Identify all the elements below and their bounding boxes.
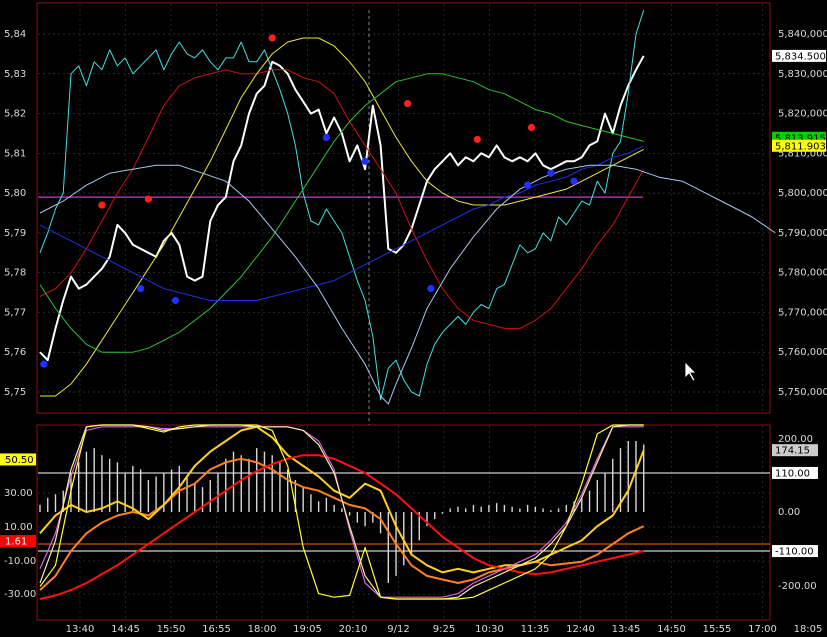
- price-panel-frame: [36, 2, 771, 414]
- trading-chart: 5,84 5,83 5,82 5,81 5,80 5,79 5,78 5,77 5,76 5,75…: [0, 2, 827, 635]
- time-axis-label: 18:00: [248, 624, 277, 635]
- price-marker: [268, 34, 276, 42]
- time-axis-label: 17:00: [748, 624, 777, 635]
- price-marker: [137, 284, 145, 293]
- time-axis-label: 15:50: [157, 624, 186, 635]
- price-marker: [40, 360, 48, 368]
- price-left-tick: 5,77: [4, 307, 26, 318]
- price-left-tick: 5,82: [4, 109, 26, 120]
- time-axis-label: 18:05: [794, 624, 823, 635]
- time-axis-label: 13:40: [66, 624, 95, 635]
- oscillator-right-tag-label: -110.00: [775, 547, 814, 558]
- oscillator-left-tick: -10.00: [4, 556, 36, 567]
- price-tag-label: 5,834.500: [775, 51, 826, 62]
- price-right-tick: 5,840,000: [778, 29, 827, 40]
- oscillator-left-tag-label: 50.50: [5, 455, 34, 466]
- price-left-tick: 5,80: [4, 188, 26, 199]
- price-marker: [361, 157, 369, 165]
- price-right-axis: 5,840,0005,830,0005,820,0005,810,0005,80…: [778, 29, 827, 398]
- price-marker: [570, 177, 578, 185]
- oscillator-right-tag-label: 174.15: [775, 446, 810, 457]
- price-marker: [171, 296, 180, 305]
- time-axis-label: 14:50: [657, 624, 686, 635]
- price-left-tick: 5,83: [4, 69, 26, 80]
- price-marker: [98, 201, 106, 209]
- price-marker: [427, 284, 435, 293]
- time-axis-label: 12:40: [566, 624, 595, 635]
- time-axis-label: 11:35: [521, 624, 550, 635]
- price-marker: [473, 135, 481, 144]
- oscillator-left-tick: 30.00: [4, 488, 33, 499]
- time-axis-label: 19:05: [293, 624, 322, 635]
- price-left-tick: 5,84: [4, 29, 26, 40]
- price-marker: [547, 169, 555, 177]
- oscillator-right-tag-label: 110.00: [775, 468, 810, 479]
- price-right-tick: 5,780,000: [778, 268, 827, 279]
- price-right-tick: 5,830,000: [778, 69, 827, 80]
- oscillator-right-tick: 200.00: [778, 434, 813, 445]
- price-left-tick: 5,78: [4, 268, 26, 279]
- price-left-tick: 5,79: [4, 228, 26, 239]
- price-right-tick: 5,770,000: [778, 307, 827, 318]
- price-marker: [144, 195, 152, 203]
- time-axis: 13:40 14:45 15:50 16:55 18:00 19:05 20:10 9/12 9…: [66, 624, 823, 635]
- price-tags: 5,834.5005,813.9155,811.903: [772, 49, 826, 152]
- oscillator-right-tick: -200.00: [778, 581, 817, 592]
- time-axis-label: 10:30: [475, 624, 504, 635]
- oscillator-panel: 30.00 10.00 -10.00 -30.00 200.00 0.00 -200.00…: [0, 424, 818, 621]
- oscillator-right-tick: 0.00: [778, 507, 800, 518]
- price-left-tick: 5,75: [4, 387, 26, 398]
- price-right-tick: 5,790,000: [778, 228, 827, 239]
- price-left-tick: 5,81: [4, 148, 26, 159]
- time-axis-label: 9:25: [433, 624, 455, 635]
- price-left-tick: 5,76: [4, 347, 26, 358]
- price-right-tick: 5,800,000: [778, 188, 827, 199]
- time-axis-label: 14:45: [111, 624, 140, 635]
- time-axis-label: 9/12: [387, 624, 409, 635]
- time-axis-label: 16:55: [202, 624, 231, 635]
- price-right-tick: 5,760,000: [778, 347, 827, 358]
- price-marker: [524, 181, 532, 189]
- price-right-tick: 5,820,000: [778, 109, 827, 120]
- time-axis-label: 13:45: [612, 624, 641, 635]
- price-right-tick: 5,750,000: [778, 387, 827, 398]
- oscillator-left-tick: -30.00: [4, 589, 36, 600]
- oscillator-left-tag-label: 1.61: [5, 537, 27, 548]
- oscillator-right-axis: 200.00 0.00 -200.00: [778, 434, 817, 592]
- price-marker: [404, 100, 412, 108]
- price-left-axis: 5,84 5,83 5,82 5,81 5,80 5,79 5,78 5,77 5,76 5,75: [4, 29, 26, 398]
- price-tag-label: 5,811.903: [775, 141, 826, 152]
- oscillator-left-tick: 10.00: [4, 522, 33, 533]
- time-axis-label: 15:55: [703, 624, 732, 635]
- price-marker: [322, 133, 330, 142]
- price-marker: [527, 123, 536, 132]
- time-axis-label: 20:10: [339, 624, 368, 635]
